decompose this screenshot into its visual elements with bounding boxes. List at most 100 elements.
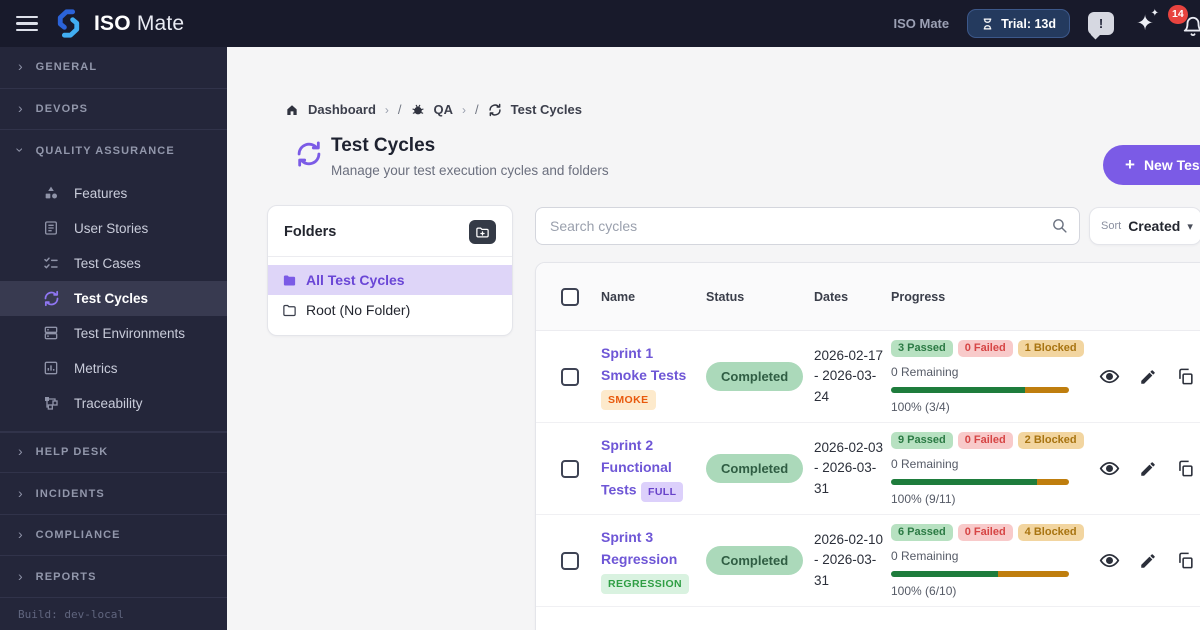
sidebar-section-help-desk[interactable]: › HELP DESK: [0, 431, 227, 474]
sidebar-section-reports[interactable]: › REPORTS: [0, 556, 227, 599]
sort-dropdown[interactable]: Sort Created ▾: [1089, 207, 1200, 245]
sort-label: Sort: [1101, 220, 1122, 232]
search-container: [535, 207, 1080, 245]
view-button[interactable]: [1099, 550, 1120, 571]
cycle-tag: FULL: [641, 482, 684, 503]
blocked-badge: 4 Blocked: [1017, 523, 1084, 541]
table-row: Sprint 2 Functional Tests FULL Completed…: [536, 423, 1200, 515]
sidebar-item-test-cases[interactable]: Test Cases: [0, 246, 227, 281]
duplicate-button[interactable]: [1176, 551, 1195, 570]
breadcrumb-qa[interactable]: QA: [434, 102, 454, 117]
feedback-button[interactable]: !: [1088, 12, 1114, 35]
notifications-button[interactable]: 14: [1168, 4, 1200, 39]
search-input[interactable]: [535, 207, 1080, 245]
failed-badge: 0 Failed: [957, 339, 1013, 357]
sidebar-section-compliance[interactable]: › COMPLIANCE: [0, 515, 227, 557]
bug-icon: [411, 103, 425, 117]
cycle-name-link[interactable]: Sprint 3 Regression: [601, 529, 677, 567]
trial-button[interactable]: Trial: 13d: [967, 9, 1070, 38]
status-badge: Completed: [706, 546, 804, 575]
app-root: ISO Mate ISO Mate Trial: 13d ! ✦ ✦ 14 › …: [0, 0, 1200, 630]
cycle-refresh-icon: [488, 103, 502, 117]
select-all-checkbox[interactable]: [561, 287, 579, 306]
add-folder-button[interactable]: [469, 220, 496, 244]
column-header-status: Status: [706, 289, 745, 304]
sidebar-item-metrics[interactable]: Metrics: [0, 351, 227, 386]
sidebar-section-general[interactable]: › GENERAL: [0, 47, 227, 89]
sidebar-item-features[interactable]: Features: [0, 176, 227, 211]
row-checkbox[interactable]: [561, 367, 579, 386]
hourglass-icon: [983, 17, 992, 30]
workspace-label: ISO Mate: [893, 16, 950, 31]
sidebar-section-incidents[interactable]: › INCIDENTS: [0, 473, 227, 515]
folder-item-all-test-cycles[interactable]: All Test Cycles: [268, 265, 512, 295]
breadcrumb-chevron: ›: [462, 102, 467, 117]
cycle-name-link[interactable]: Sprint 1 Smoke Tests: [601, 345, 686, 383]
column-header-progress: Progress: [891, 289, 946, 304]
build-version-label: Build: dev-local: [18, 608, 124, 622]
table-row: Sprint 4 2026- 0 Passed 0 Failed 0 Block…: [536, 607, 1200, 630]
brand-name: ISO Mate: [94, 11, 185, 35]
pencil-icon: [1141, 553, 1155, 568]
sidebar-item-user-stories[interactable]: User Stories: [0, 211, 227, 246]
chevron-right-icon: ›: [18, 443, 23, 460]
row-checkbox[interactable]: [561, 459, 579, 478]
sidebar-section-devops[interactable]: › DEVOPS: [0, 89, 227, 131]
shapes-icon: [42, 184, 60, 202]
folder-outline-icon: [282, 303, 297, 318]
brand: ISO Mate: [52, 7, 184, 40]
progress-bar: [891, 570, 1069, 577]
edit-button[interactable]: [1139, 460, 1157, 478]
cycle-dates: 2026-02-17 - 2026-03-24: [814, 348, 884, 404]
passed-badge: 3 Passed: [891, 339, 953, 357]
sidebar-item-traceability[interactable]: Traceability: [0, 386, 227, 421]
trial-label: Trial: 13d: [1001, 16, 1056, 31]
breadcrumb-slash: /: [475, 102, 479, 117]
edit-button[interactable]: [1139, 368, 1157, 386]
column-header-dates: Dates: [814, 289, 849, 304]
cycle-dates: 2026-02-10 - 2026-03-31: [814, 532, 884, 588]
folder-item-root[interactable]: Root (No Folder): [268, 295, 512, 325]
remaining-label: 0 Remaining: [891, 548, 959, 563]
copy-icon: [1179, 552, 1193, 569]
blocked-badge: 1 Blocked: [1017, 339, 1084, 357]
new-test-cycle-button[interactable]: + New Test C: [1103, 145, 1200, 185]
sidebar-section-quality-assurance[interactable]: › QUALITY ASSURANCE: [0, 130, 227, 172]
passed-badge: 9 Passed: [891, 431, 953, 449]
main-content: Dashboard › / QA › / Test Cycles Test Cy…: [227, 47, 1200, 630]
breadcrumb-current: Test Cycles: [510, 102, 582, 117]
plus-icon: +: [1125, 155, 1135, 174]
checklist-icon: [42, 254, 60, 272]
failed-badge: 0 Failed: [957, 431, 1013, 449]
search-icon: [1051, 217, 1068, 239]
status-badge: Completed: [706, 362, 804, 391]
folders-header: Folders: [284, 224, 337, 240]
list-card-icon: [42, 219, 60, 237]
view-button[interactable]: [1099, 366, 1120, 387]
view-button[interactable]: [1099, 458, 1120, 479]
breadcrumb-dashboard[interactable]: Dashboard: [308, 102, 376, 117]
chevron-right-icon: ›: [18, 58, 23, 75]
cycle-dates: 2026-02-03 - 2026-03-31: [814, 440, 884, 496]
sidebar: › GENERAL › DEVOPS › QUALITY ASSURANCE F…: [0, 47, 227, 630]
row-checkbox[interactable]: [561, 551, 579, 570]
cycle-refresh-icon: [42, 289, 60, 307]
cycle-tag: SMOKE: [601, 390, 656, 411]
sidebar-item-test-environments[interactable]: Test Environments: [0, 316, 227, 351]
sparkles-icon[interactable]: ✦ ✦: [1132, 9, 1159, 35]
progress-bar: [891, 478, 1069, 485]
sidebar-item-test-cycles[interactable]: Test Cycles: [0, 280, 227, 316]
progress-percent-label: 100% (9/11): [891, 491, 956, 506]
hamburger-menu-icon[interactable]: [16, 15, 38, 32]
caret-down-icon: ▾: [1187, 220, 1193, 233]
column-header-name: Name: [601, 289, 636, 304]
table-header-row: Name Status Dates Progress: [536, 263, 1200, 331]
duplicate-button[interactable]: [1176, 367, 1195, 386]
blocked-badge: 2 Blocked: [1017, 431, 1084, 449]
duplicate-button[interactable]: [1176, 459, 1195, 478]
edit-button[interactable]: [1139, 552, 1157, 570]
page-title: Test Cycles: [331, 135, 436, 156]
copy-icon: [1179, 460, 1193, 477]
table-row: Sprint 3 Regression REGRESSION Completed…: [536, 515, 1200, 607]
iso-mate-logo-icon: [57, 9, 80, 38]
